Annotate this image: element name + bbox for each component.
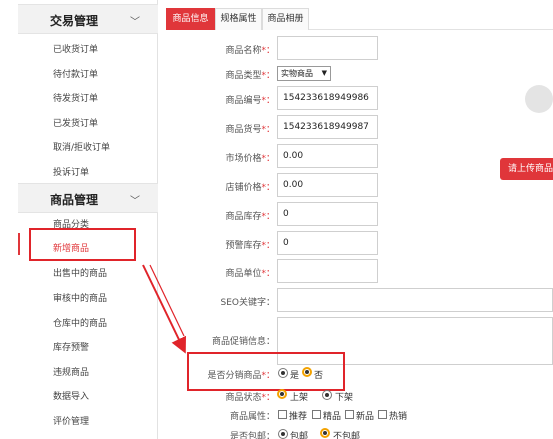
goods-sku-input[interactable]: 154233618949987 [277, 115, 378, 139]
chevron-down-icon: ﹀ [130, 196, 140, 207]
tab-goods-album[interactable]: 商品相册 [262, 8, 309, 30]
sidebar-item-data-import[interactable]: 数据导入 [53, 389, 89, 402]
sidebar-item-pending-payment[interactable]: 待付款订单 [53, 67, 98, 80]
status-on-radio[interactable] [277, 389, 287, 399]
status-off-radio[interactable] [322, 390, 332, 400]
sidebar-item-complaint-orders[interactable]: 投诉订单 [53, 165, 89, 178]
attr-hot-label: 热销 [389, 412, 408, 422]
label-goods-code: 商品编号*： [225, 96, 275, 106]
label-goods-unit: 商品单位*： [225, 269, 275, 279]
sidebar-item-in-warehouse[interactable]: 仓库中的商品 [53, 316, 107, 329]
label-goods-sku: 商品货号*： [225, 125, 275, 135]
status-on-label: 上架 [290, 393, 309, 403]
sidebar-item-on-sale[interactable]: 出售中的商品 [53, 266, 107, 279]
label-free-shipping: 是否包邮： [229, 432, 275, 439]
attr-new-checkbox[interactable] [345, 410, 354, 419]
seo-keywords-input[interactable] [277, 288, 553, 312]
attr-recommend-checkbox[interactable] [278, 410, 287, 419]
market-price-input[interactable]: 0.00 [277, 144, 378, 168]
attr-hot-checkbox[interactable] [378, 410, 387, 419]
label-goods-type: 商品类型*： [225, 71, 275, 81]
label-warn-stock: 预警库存*： [225, 241, 275, 251]
annotation-box-add-goods [29, 228, 136, 261]
section-title: 商品管理 [50, 193, 99, 207]
sidebar-item-received-orders[interactable]: 已收货订单 [53, 42, 98, 55]
sidebar-item-cancelled-orders[interactable]: 取消/拒收订单 [53, 140, 110, 153]
label-market-price: 市场价格*： [225, 154, 275, 164]
active-indicator [18, 233, 20, 255]
sidebar-item-pending-shipment[interactable]: 待发货订单 [53, 91, 98, 104]
goods-unit-input[interactable] [277, 259, 378, 283]
section-trade-header[interactable]: 交易管理 ﹀ [18, 4, 158, 34]
warn-stock-input[interactable]: 0 [277, 231, 378, 255]
sidebar-item-shipped-orders[interactable]: 已发货订单 [53, 116, 98, 129]
sidebar-item-under-review[interactable]: 审核中的商品 [53, 291, 107, 304]
status-off-label: 下架 [335, 393, 354, 403]
attr-recommend-label: 推荐 [289, 412, 308, 422]
image-placeholder-icon [525, 85, 553, 113]
chevron-down-icon: ﹀ [130, 17, 140, 28]
sidebar-item-stock-warning[interactable]: 库存预警 [53, 340, 89, 353]
shipping-free-label: 包邮 [290, 432, 309, 439]
goods-stock-input[interactable]: 0 [277, 202, 378, 226]
label-goods-name: 商品名称*： [225, 46, 275, 56]
shipping-free-radio[interactable] [278, 429, 288, 439]
goods-code-input[interactable]: 154233618949986 [277, 86, 378, 110]
shipping-paid-label: 不包邮 [333, 432, 361, 439]
attr-boutique-checkbox[interactable] [312, 410, 321, 419]
tab-goods-info[interactable]: 商品信息 [166, 8, 215, 30]
label-goods-attrs: 商品属性： [229, 412, 275, 422]
goods-type-value: 实物商品 [281, 69, 313, 78]
goods-type-select[interactable]: 实物商品 ▼ [277, 66, 331, 81]
label-promo-info: 商品促销信息： [211, 337, 275, 347]
goods-name-input[interactable] [277, 36, 378, 60]
dropdown-arrow-icon: ▼ [321, 69, 327, 77]
attr-boutique-label: 精品 [323, 412, 342, 422]
shipping-paid-radio[interactable] [320, 428, 330, 438]
label-seo-keywords: SEO关键字： [220, 298, 275, 308]
tab-bar: 商品信息 规格属性 商品相册 [166, 8, 553, 30]
attr-new-label: 新品 [356, 412, 375, 422]
sidebar-item-review-management[interactable]: 评价管理 [53, 414, 89, 427]
sidebar: 交易管理 ﹀ 已收货订单 待付款订单 待发货订单 已发货订单 取消/拒收订单 投… [0, 0, 158, 439]
section-title: 交易管理 [50, 14, 99, 28]
label-goods-stock: 商品库存*： [225, 212, 275, 222]
sidebar-item-violation-goods[interactable]: 违规商品 [53, 365, 89, 378]
label-goods-status: 商品状态*： [225, 393, 275, 403]
tab-spec-attributes[interactable]: 规格属性 [215, 8, 262, 30]
shop-price-input[interactable]: 0.00 [277, 173, 378, 197]
upload-image-button[interactable]: 请上传商品图片 [500, 158, 553, 180]
section-goods-header[interactable]: 商品管理 ﹀ [18, 183, 158, 213]
annotation-box-distribution [187, 352, 345, 391]
label-shop-price: 店铺价格*： [225, 183, 275, 193]
